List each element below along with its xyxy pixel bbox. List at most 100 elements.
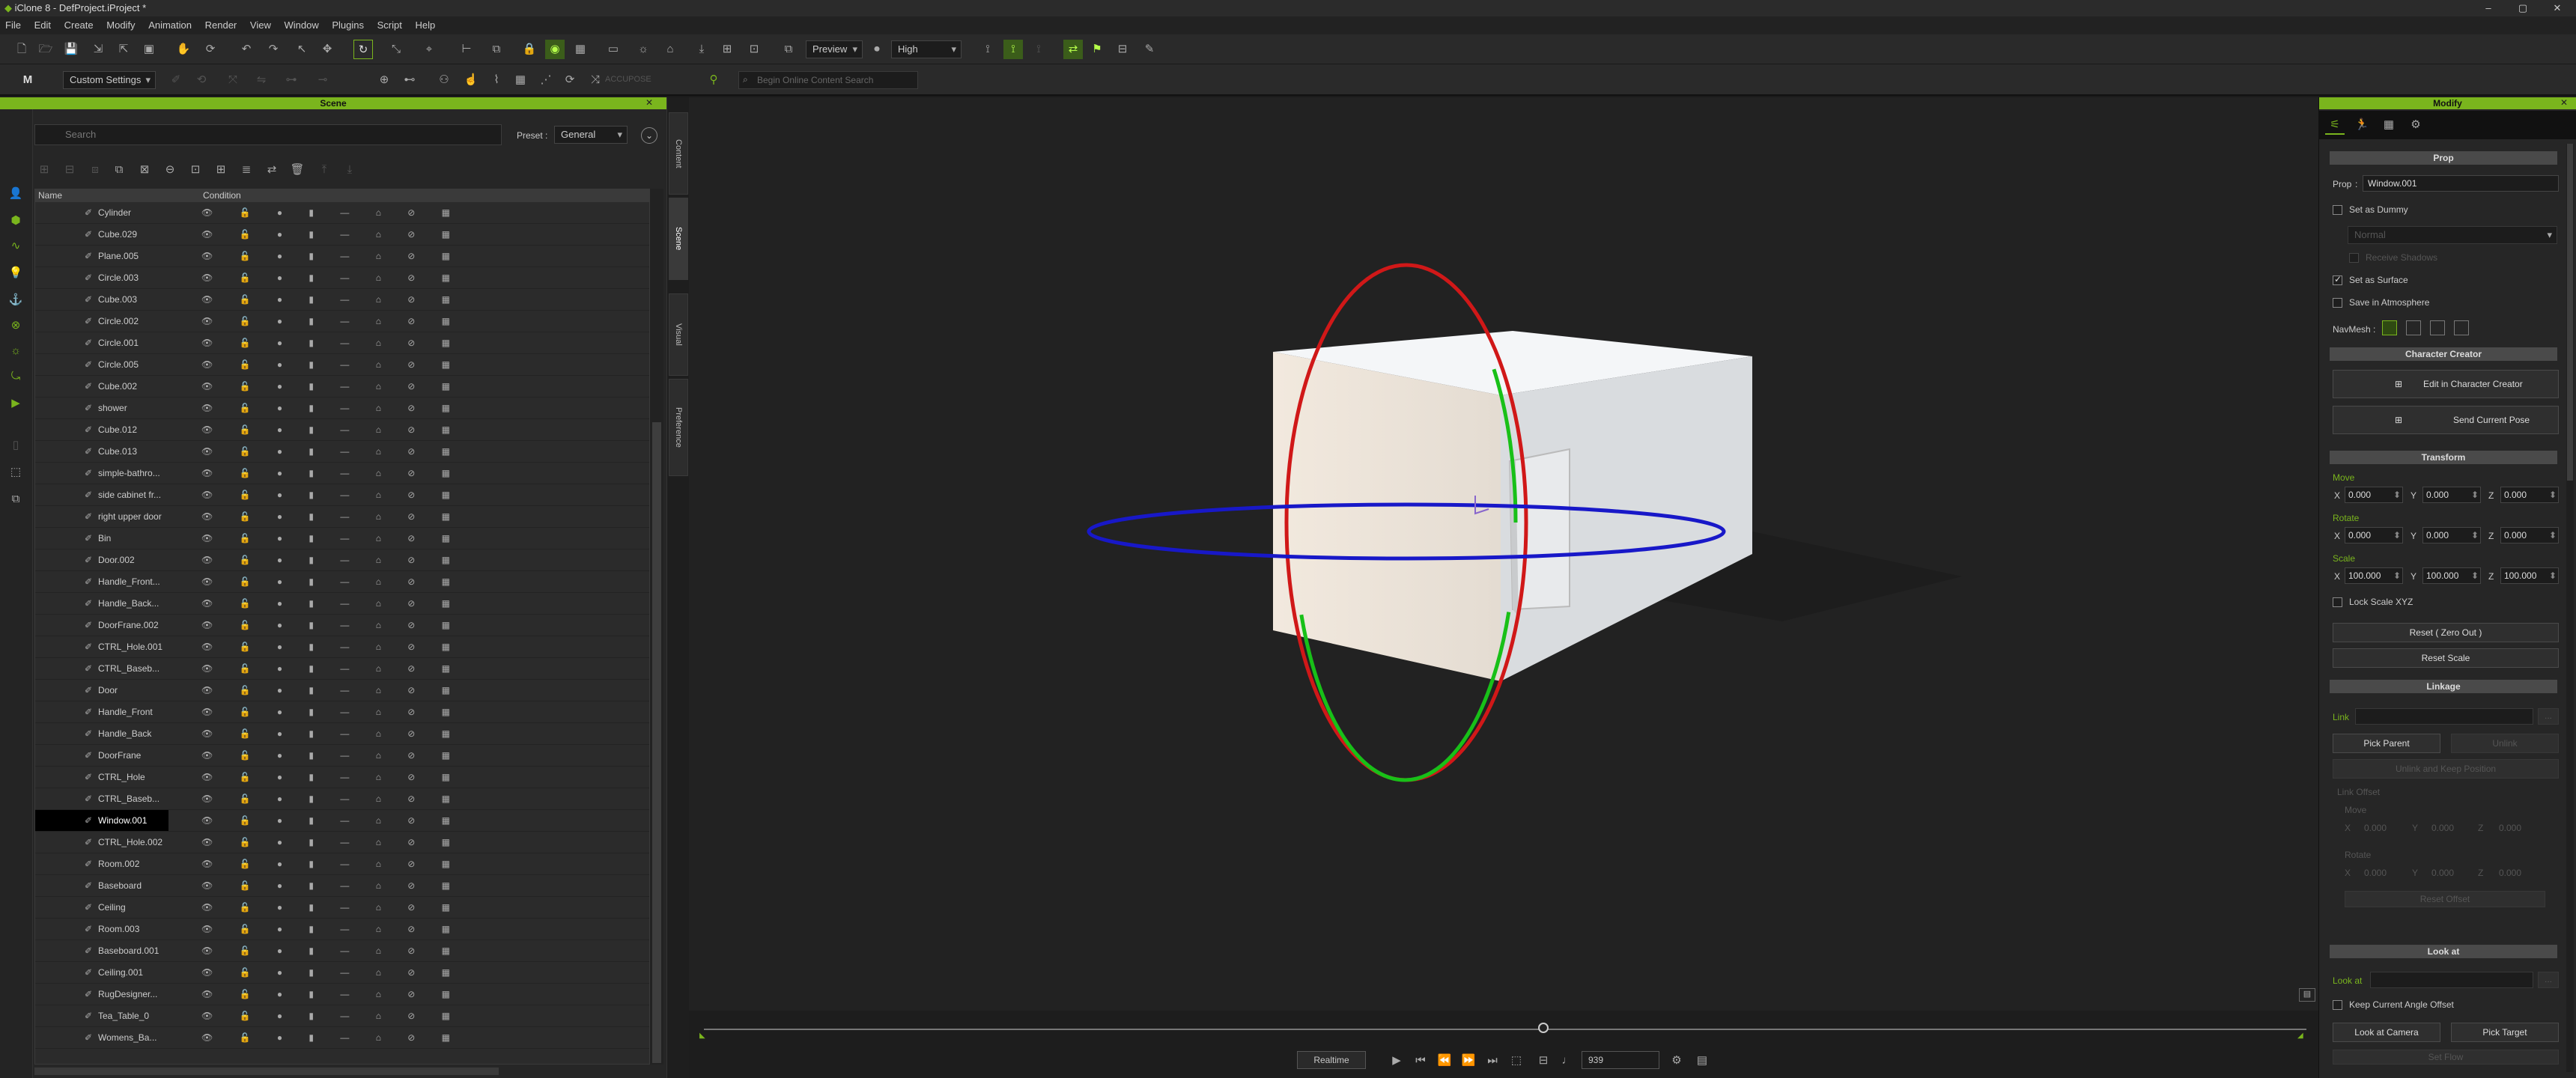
loop-icon[interactable]: ⟳: [560, 70, 580, 90]
scene-row-condition-icons[interactable]: 👁 🔓 ● ▮ — ⌂ ⊘ ▦: [201, 853, 462, 874]
lock-scale-checkbox[interactable]: [2333, 597, 2342, 607]
scene-row[interactable]: Window.001 👁 🔓 ● ▮ — ⌂ ⊘ ▦: [35, 810, 649, 832]
reach-icon[interactable]: ⊷: [400, 70, 419, 90]
scene-row-name[interactable]: Ceiling: [35, 897, 168, 918]
pick-target-button[interactable]: Pick Target: [2451, 1023, 2559, 1042]
menu-plugins[interactable]: Plugins: [332, 19, 364, 31]
menu-modify[interactable]: Modify: [106, 19, 135, 31]
gizmo-icon[interactable]: ⟟: [978, 40, 997, 59]
quality-select[interactable]: High: [891, 40, 962, 58]
scene-row-name[interactable]: Circle.002: [35, 311, 168, 332]
sort-icon[interactable]: ⇄: [262, 160, 282, 180]
menu-file[interactable]: File: [5, 19, 21, 31]
collapse-icon[interactable]: ⊟: [60, 160, 79, 180]
expand-icon[interactable]: ⊞: [34, 160, 54, 180]
lookat-section-header[interactable]: Look at: [2330, 945, 2557, 958]
screen-icon[interactable]: ▭: [604, 40, 623, 59]
move-tool-icon[interactable]: ✥: [318, 40, 337, 59]
snapshot-icon[interactable]: ▣: [139, 40, 159, 59]
gizmo-active-icon[interactable]: ⟟: [1003, 40, 1023, 59]
scene-row-name[interactable]: Cylinder: [35, 202, 168, 223]
timeline-end-marker[interactable]: ◢: [2297, 1032, 2303, 1040]
pin-icon[interactable]: ⊕: [374, 70, 394, 90]
scene-row-condition-icons[interactable]: 👁 🔓 ● ▮ — ⌂ ⊘ ▦: [201, 332, 462, 353]
scene-scroll-thumb[interactable]: [652, 422, 661, 1063]
avatar-filter-icon[interactable]: 👤: [6, 184, 25, 204]
scene-row-condition-icons[interactable]: 👁 🔓 ● ▮ — ⌂ ⊘ ▦: [201, 832, 462, 853]
scene-row-condition-icons[interactable]: 👁 🔓 ● ▮ — ⌂ ⊘ ▦: [201, 224, 462, 245]
motion-tab-icon[interactable]: 🏃: [2352, 115, 2372, 135]
scene-row-condition-icons[interactable]: 👁 🔓 ● ▮ — ⌂ ⊘ ▦: [201, 246, 462, 267]
grid-small-icon[interactable]: ▦: [511, 70, 530, 90]
minus-icon[interactable]: ⊖: [160, 160, 180, 180]
frame-icon[interactable]: ⊞: [717, 40, 737, 59]
effect-filter-icon[interactable]: ☼: [6, 341, 25, 361]
panel-close-icon[interactable]: ✕: [645, 97, 653, 108]
scene-row-name[interactable]: side cabinet fr...: [35, 484, 168, 505]
scene-row-name[interactable]: Cube.002: [35, 376, 168, 397]
menu-render[interactable]: Render: [205, 19, 237, 31]
scene-row-name[interactable]: simple-bathro...: [35, 463, 168, 484]
scene-row-name[interactable]: Tea_Table_0: [35, 1005, 168, 1026]
download-icon[interactable]: ⤓: [692, 40, 711, 59]
scene-row[interactable]: side cabinet fr... 👁 🔓 ● ▮ — ⌂ ⊘ ▦: [35, 484, 649, 506]
scene-row-name[interactable]: Plane.005: [35, 246, 168, 267]
puppet-icon[interactable]: ⚇: [434, 70, 454, 90]
scene-row-condition-icons[interactable]: 👁 🔓 ● ▮ — ⌂ ⊘ ▦: [201, 506, 462, 527]
transform-section-header[interactable]: Transform: [2330, 451, 2557, 464]
edit-in-cc-button[interactable]: ⊞ Edit in Character Creator: [2333, 370, 2559, 398]
lo-rotate-z-value[interactable]: 0.000: [2499, 867, 2521, 879]
scene-row[interactable]: Plane.005 👁 🔓 ● ▮ — ⌂ ⊘ ▦: [35, 246, 649, 267]
tab-preference[interactable]: Preference: [669, 379, 688, 476]
scene-row[interactable]: CTRL_Hole.001 👁 🔓 ● ▮ — ⌂ ⊘ ▦: [35, 636, 649, 658]
lo-move-y-value[interactable]: 0.000: [2431, 822, 2454, 834]
hierarchy-icon[interactable]: ⊠: [135, 160, 154, 180]
modify-scroll-thumb[interactable]: [2567, 144, 2573, 481]
scene-row[interactable]: CTRL_Hole.002 👁 🔓 ● ▮ — ⌂ ⊘ ▦: [35, 832, 649, 853]
scene-row-name[interactable]: CTRL_Baseb...: [35, 788, 168, 809]
camera-switch-icon[interactable]: ⊟: [1534, 1051, 1553, 1071]
redo-icon[interactable]: ↷: [264, 40, 283, 59]
col-condition[interactable]: Condition: [203, 189, 241, 202]
light-icon[interactable]: ☼: [634, 40, 653, 59]
menu-script[interactable]: Script: [377, 19, 402, 31]
scene-row-condition-icons[interactable]: 👁 🔓 ● ▮ — ⌂ ⊘ ▦: [201, 1005, 462, 1026]
video-filter-icon[interactable]: ▶: [6, 394, 25, 413]
physics-tab-icon[interactable]: ⚙: [2406, 115, 2425, 135]
clip-icon[interactable]: ⊟: [1113, 40, 1132, 59]
curve-icon[interactable]: ⌇: [487, 70, 506, 90]
set-flow-button[interactable]: Set Flow: [2333, 1050, 2559, 1065]
col-name[interactable]: Name: [38, 189, 62, 202]
light-filter-icon[interactable]: 💡: [6, 264, 25, 283]
goto-start-icon[interactable]: ⏮: [1411, 1051, 1430, 1071]
cc-section-header[interactable]: Character Creator: [2330, 347, 2557, 361]
ik-icon[interactable]: ⟲: [192, 70, 211, 90]
scene-row-condition-icons[interactable]: 👁 🔓 ● ▮ — ⌂ ⊘ ▦: [201, 984, 462, 1005]
timeline-track[interactable]: [704, 1029, 2306, 1030]
delete-icon[interactable]: 🗑: [288, 160, 307, 180]
scene-row-condition-icons[interactable]: 👁 🔓 ● ▮ — ⌂ ⊘ ▦: [201, 788, 462, 809]
scene-row-condition-icons[interactable]: 👁 🔓 ● ▮ — ⌂ ⊘ ▦: [201, 441, 462, 462]
list-icon[interactable]: ≣: [237, 160, 256, 180]
scene-row-condition-icons[interactable]: 👁 🔓 ● ▮ — ⌂ ⊘ ▦: [201, 549, 462, 570]
window-frame[interactable]: [1508, 448, 1570, 611]
path-filter-icon[interactable]: ⤿: [6, 367, 25, 386]
scene-scrollbar[interactable]: [650, 189, 663, 1065]
keep-angle-checkbox[interactable]: [2333, 1000, 2342, 1010]
timeline-icon[interactable]: ▤: [1692, 1051, 1712, 1071]
scene-row[interactable]: Tea_Table_0 👁 🔓 ● ▮ — ⌂ ⊘ ▦: [35, 1005, 649, 1027]
frame-number-field[interactable]: 939: [1582, 1051, 1659, 1069]
prev-frame-icon[interactable]: ⏪: [1435, 1051, 1454, 1071]
mirror-icon[interactable]: ⇋: [252, 70, 271, 90]
material-tab-icon[interactable]: ▦: [2379, 115, 2399, 135]
lo-move-x-value[interactable]: 0.000: [2364, 822, 2387, 834]
navmesh-walkable-icon[interactable]: [2382, 320, 2397, 335]
scene-row-name[interactable]: Handle_Back: [35, 723, 168, 744]
menu-view[interactable]: View: [250, 19, 271, 31]
rotate-y-field[interactable]: 0.000: [2422, 527, 2481, 543]
hand-icon[interactable]: ✋: [174, 40, 193, 59]
prop-section-header[interactable]: Prop: [2330, 151, 2557, 165]
tab-content[interactable]: Content: [669, 112, 688, 195]
scene-row-condition-icons[interactable]: 👁 🔓 ● ▮ — ⌂ ⊘ ▦: [201, 267, 462, 288]
scene-row-condition-icons[interactable]: 👁 🔓 ● ▮ — ⌂ ⊘ ▦: [201, 289, 462, 310]
